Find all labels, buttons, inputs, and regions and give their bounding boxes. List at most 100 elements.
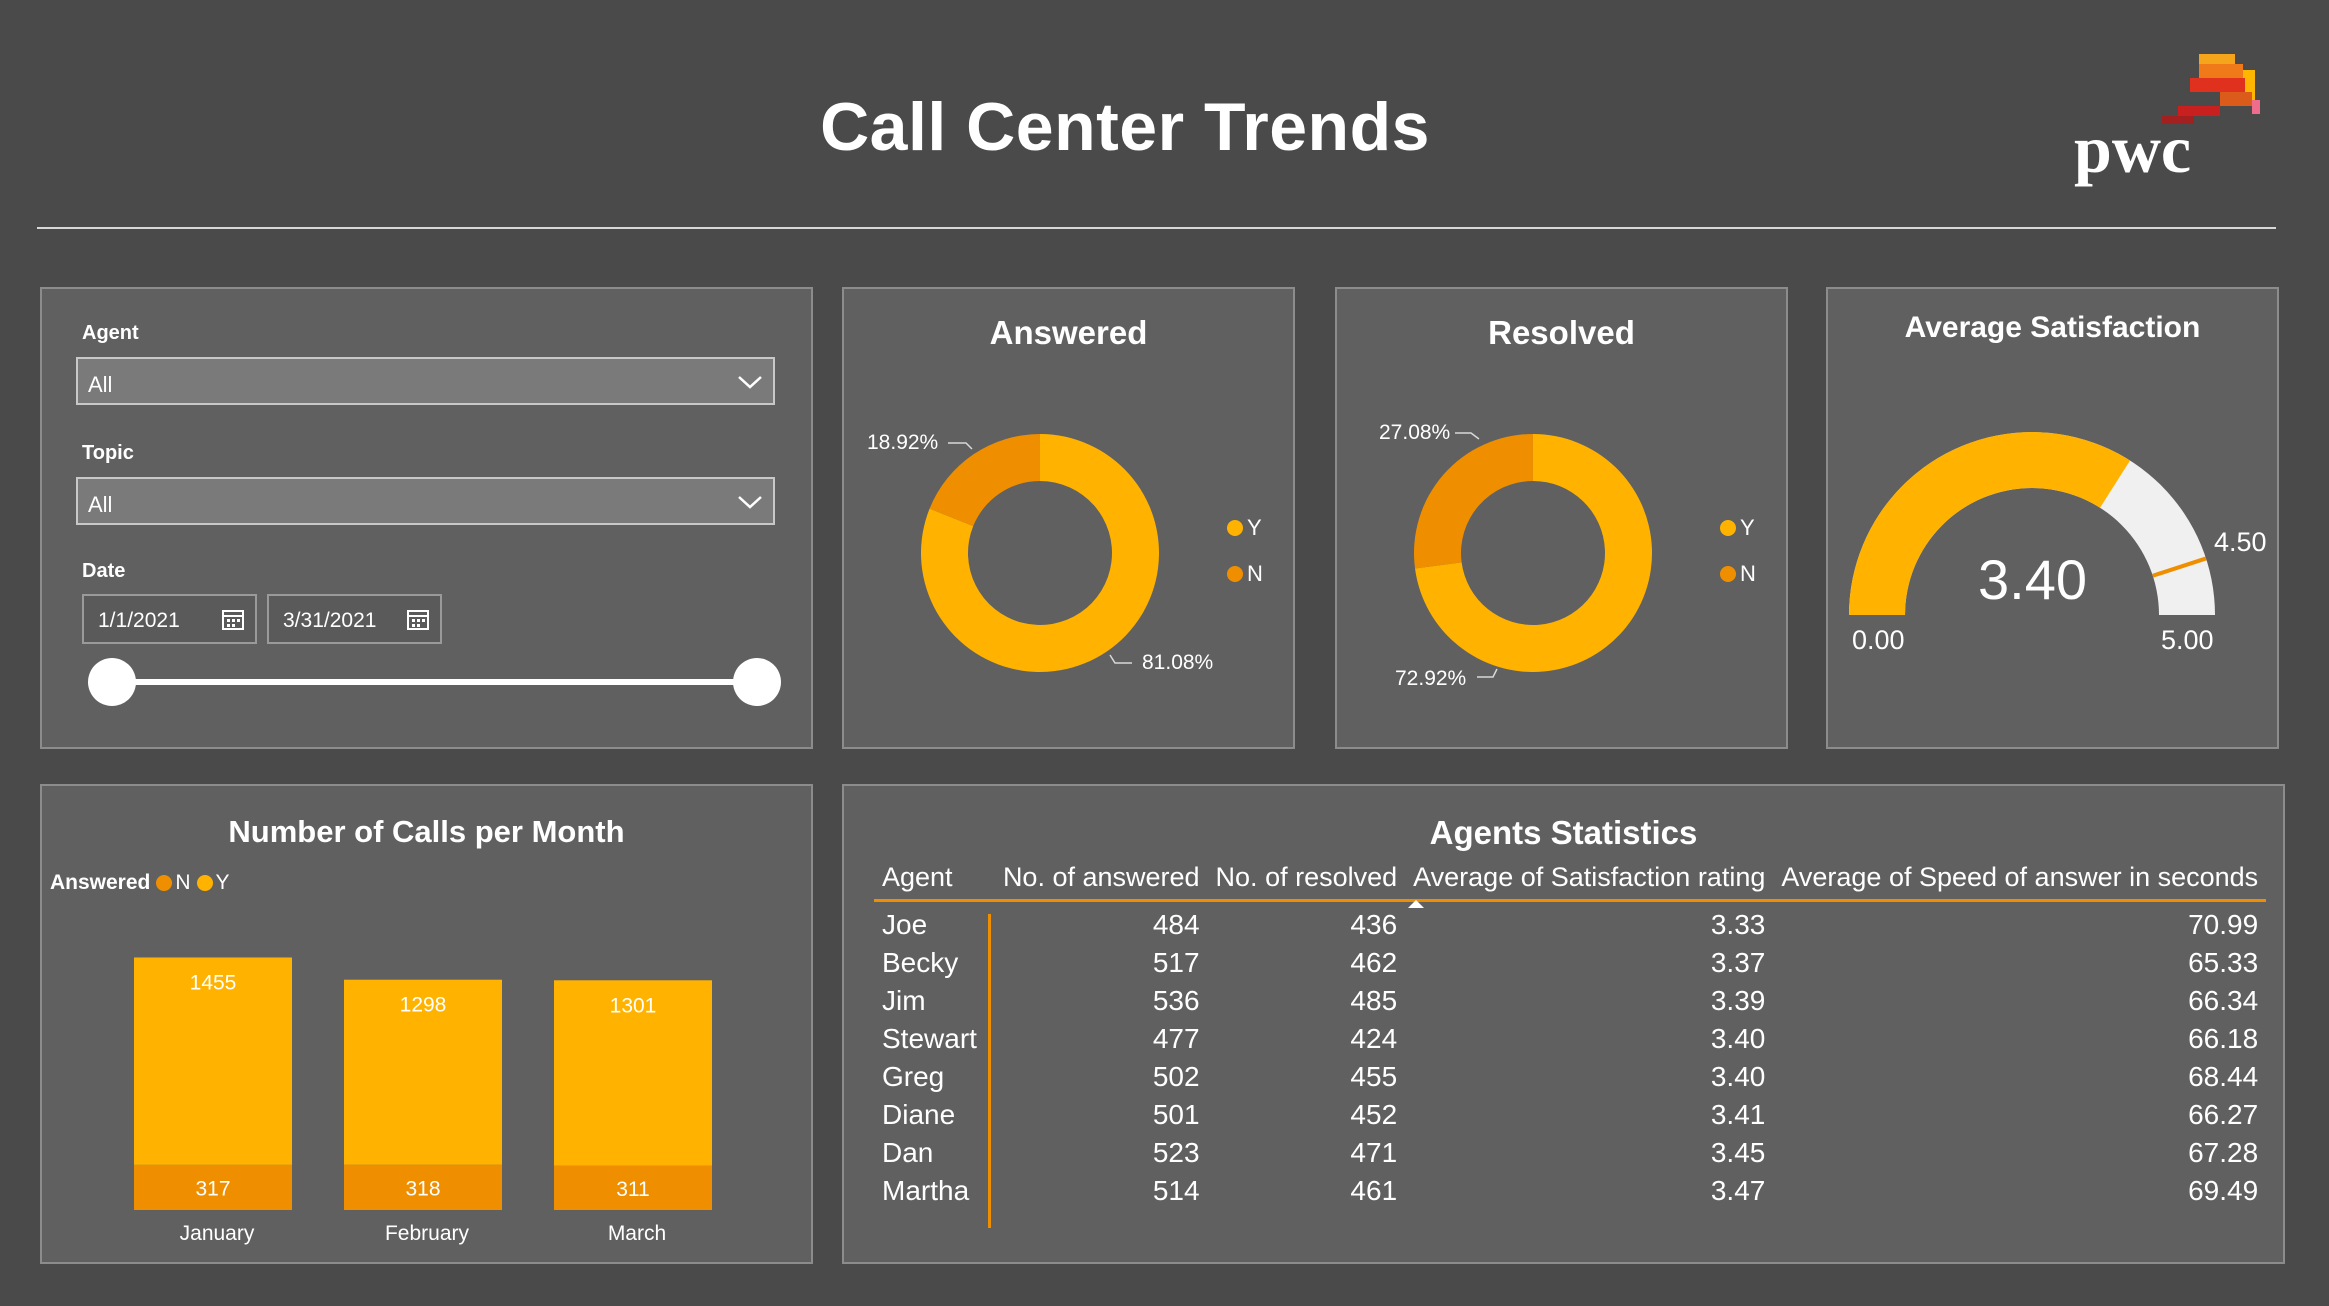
table-row[interactable]: Greg 502 455 3.40 68.44: [874, 1058, 2266, 1096]
answered-panel: Answered 18.92% 81.08% Y N: [842, 287, 1295, 749]
cell-agent: Joe: [882, 909, 928, 940]
legend-dot-y: [1720, 520, 1736, 536]
cell-satisfaction: 3.33: [1710, 909, 1766, 940]
resolved-n-label: 27.08%: [1379, 421, 1451, 444]
legend-item-y[interactable]: Y: [1227, 515, 1262, 541]
answered-donut-chart: [921, 434, 1159, 672]
column-header-resolved[interactable]: No. of resolved: [1208, 862, 1406, 901]
cell-speed: 66.18: [2188, 1023, 2259, 1054]
table-header-row: Agent No. of answered No. of resolved Av…: [874, 862, 2267, 908]
satisfaction-value: 3.40: [1978, 548, 2087, 611]
cell-speed: 67.28: [2188, 1137, 2259, 1168]
cell-answered: 477: [1152, 1023, 1200, 1054]
cell-answered: 523: [1152, 1137, 1200, 1168]
legend-item-n[interactable]: N: [1227, 561, 1263, 587]
column-header-satisfaction-label: Average of Satisfaction rating: [1413, 862, 1766, 892]
agent-dropdown[interactable]: All: [76, 357, 775, 405]
calls-panel: Number of Calls per Month Answered N Y 1…: [40, 784, 813, 1264]
date-start-value: 1/1/2021: [98, 609, 180, 632]
cell-agent: Diane: [882, 1099, 956, 1130]
gauge-target-label: 4.50: [2214, 527, 2267, 557]
bar-label-n: 318: [405, 1177, 440, 1200]
column-header-speed[interactable]: Average of Speed of answer in seconds: [1773, 862, 2266, 901]
cell-satisfaction: 3.45: [1710, 1137, 1766, 1168]
chevron-down-icon: [738, 376, 762, 389]
legend-item-y[interactable]: Y: [1720, 515, 1755, 541]
topic-dropdown[interactable]: All: [76, 477, 775, 525]
cell-satisfaction: 3.47: [1710, 1175, 1766, 1206]
cell-satisfaction: 3.40: [1710, 1023, 1766, 1054]
cell-satisfaction: 3.39: [1710, 985, 1766, 1016]
logo-text: pwc: [2074, 111, 2191, 187]
date-slider-end-handle[interactable]: [733, 658, 781, 706]
calls-bar-chart: 1455 317 January 1298 318 February 1301 311 Marc…: [134, 957, 712, 1245]
gauge-min-label: 0.00: [1852, 625, 1905, 655]
donut-slice-n[interactable]: [1414, 434, 1533, 569]
answered-y-label: 81.08%: [1142, 651, 1214, 674]
cell-resolved: 452: [1350, 1099, 1398, 1130]
legend-dot-y: [1227, 520, 1243, 536]
legend-item-n[interactable]: N: [1720, 561, 1756, 587]
legend-dot-n: [1227, 566, 1243, 582]
sort-ascending-icon: [1408, 900, 1425, 908]
date-slider-start-handle[interactable]: [88, 658, 136, 706]
date-start-input[interactable]: 1/1/2021: [82, 594, 257, 644]
column-header-answered[interactable]: No. of answered: [995, 862, 1208, 901]
cell-agent: Stewart: [882, 1023, 977, 1054]
bar-label-n: 311: [616, 1178, 649, 1201]
pwc-logo: pwc: [2070, 50, 2270, 210]
header-divider: [37, 227, 2276, 229]
date-end-input[interactable]: 3/31/2021: [267, 594, 442, 644]
cell-resolved: 462: [1350, 947, 1398, 978]
cell-speed: 66.27: [2188, 1099, 2259, 1130]
table-row[interactable]: Joe 484 436 3.33 70.99: [874, 901, 2266, 945]
resolved-panel: Resolved 27.08% 72.92% Y N: [1335, 287, 1788, 749]
topic-dropdown-value: All: [88, 492, 113, 517]
cell-resolved: 436: [1350, 909, 1398, 940]
agent-dropdown-value: All: [88, 372, 113, 397]
column-header-satisfaction[interactable]: Average of Satisfaction rating: [1405, 862, 1773, 908]
date-end-value: 3/31/2021: [283, 609, 377, 632]
cell-agent: Martha: [882, 1175, 970, 1206]
cell-speed: 68.44: [2188, 1061, 2259, 1092]
x-axis-tick-label: March: [608, 1222, 666, 1245]
cell-agent: Becky: [882, 947, 959, 978]
cell-answered: 484: [1152, 909, 1200, 940]
table-row[interactable]: Becky 517 462 3.37 65.33: [874, 944, 2266, 982]
column-header-agent[interactable]: Agent: [874, 862, 995, 901]
resolved-y-label: 72.92%: [1395, 667, 1467, 690]
chevron-down-icon: [738, 496, 762, 509]
date-slider-track[interactable]: [112, 679, 757, 685]
agents-panel: Agents Statistics Agent No. of answered …: [842, 784, 2285, 1264]
calendar-icon[interactable]: [406, 607, 430, 631]
page-title: Call Center Trends: [820, 89, 1430, 165]
cell-resolved: 471: [1350, 1137, 1398, 1168]
answered-n-label: 18.92%: [867, 431, 939, 454]
cell-resolved: 424: [1350, 1023, 1398, 1054]
table-row[interactable]: Martha 514 461 3.47 69.49: [874, 1172, 2266, 1210]
filters-panel: Agent All Topic All Date 1/1/2021 3/31/2…: [40, 287, 813, 749]
table-row[interactable]: Dan 523 471 3.45 67.28: [874, 1134, 2266, 1172]
x-axis-tick-label: February: [385, 1222, 470, 1245]
date-filter-label: Date: [82, 560, 126, 582]
cell-speed: 65.33: [2188, 947, 2259, 978]
cell-answered: 536: [1152, 985, 1200, 1016]
cell-speed: 66.34: [2188, 985, 2259, 1016]
gauge-max-label: 5.00: [2161, 625, 2214, 655]
cell-agent: Dan: [882, 1137, 934, 1168]
donut-slice-n[interactable]: [929, 434, 1040, 527]
satisfaction-panel: Average Satisfaction 3.40 0.00 5.00 4.50: [1826, 287, 2279, 749]
cell-resolved: 455: [1350, 1061, 1398, 1092]
cell-answered: 502: [1152, 1061, 1200, 1092]
calendar-icon[interactable]: [221, 607, 245, 631]
bar-label-y: 1298: [400, 994, 447, 1017]
table-row[interactable]: Stewart 477 424 3.40 66.18: [874, 1020, 2266, 1058]
cell-satisfaction: 3.40: [1710, 1061, 1766, 1092]
satisfaction-gauge: [1849, 432, 2215, 615]
cell-satisfaction: 3.41: [1710, 1099, 1766, 1130]
table-row[interactable]: Jim 536 485 3.39 66.34: [874, 982, 2266, 1020]
agent-filter-label: Agent: [82, 322, 139, 344]
cell-speed: 70.99: [2188, 909, 2259, 940]
cell-agent: Greg: [882, 1061, 945, 1092]
table-row[interactable]: Diane 501 452 3.41 66.27: [874, 1096, 2266, 1134]
